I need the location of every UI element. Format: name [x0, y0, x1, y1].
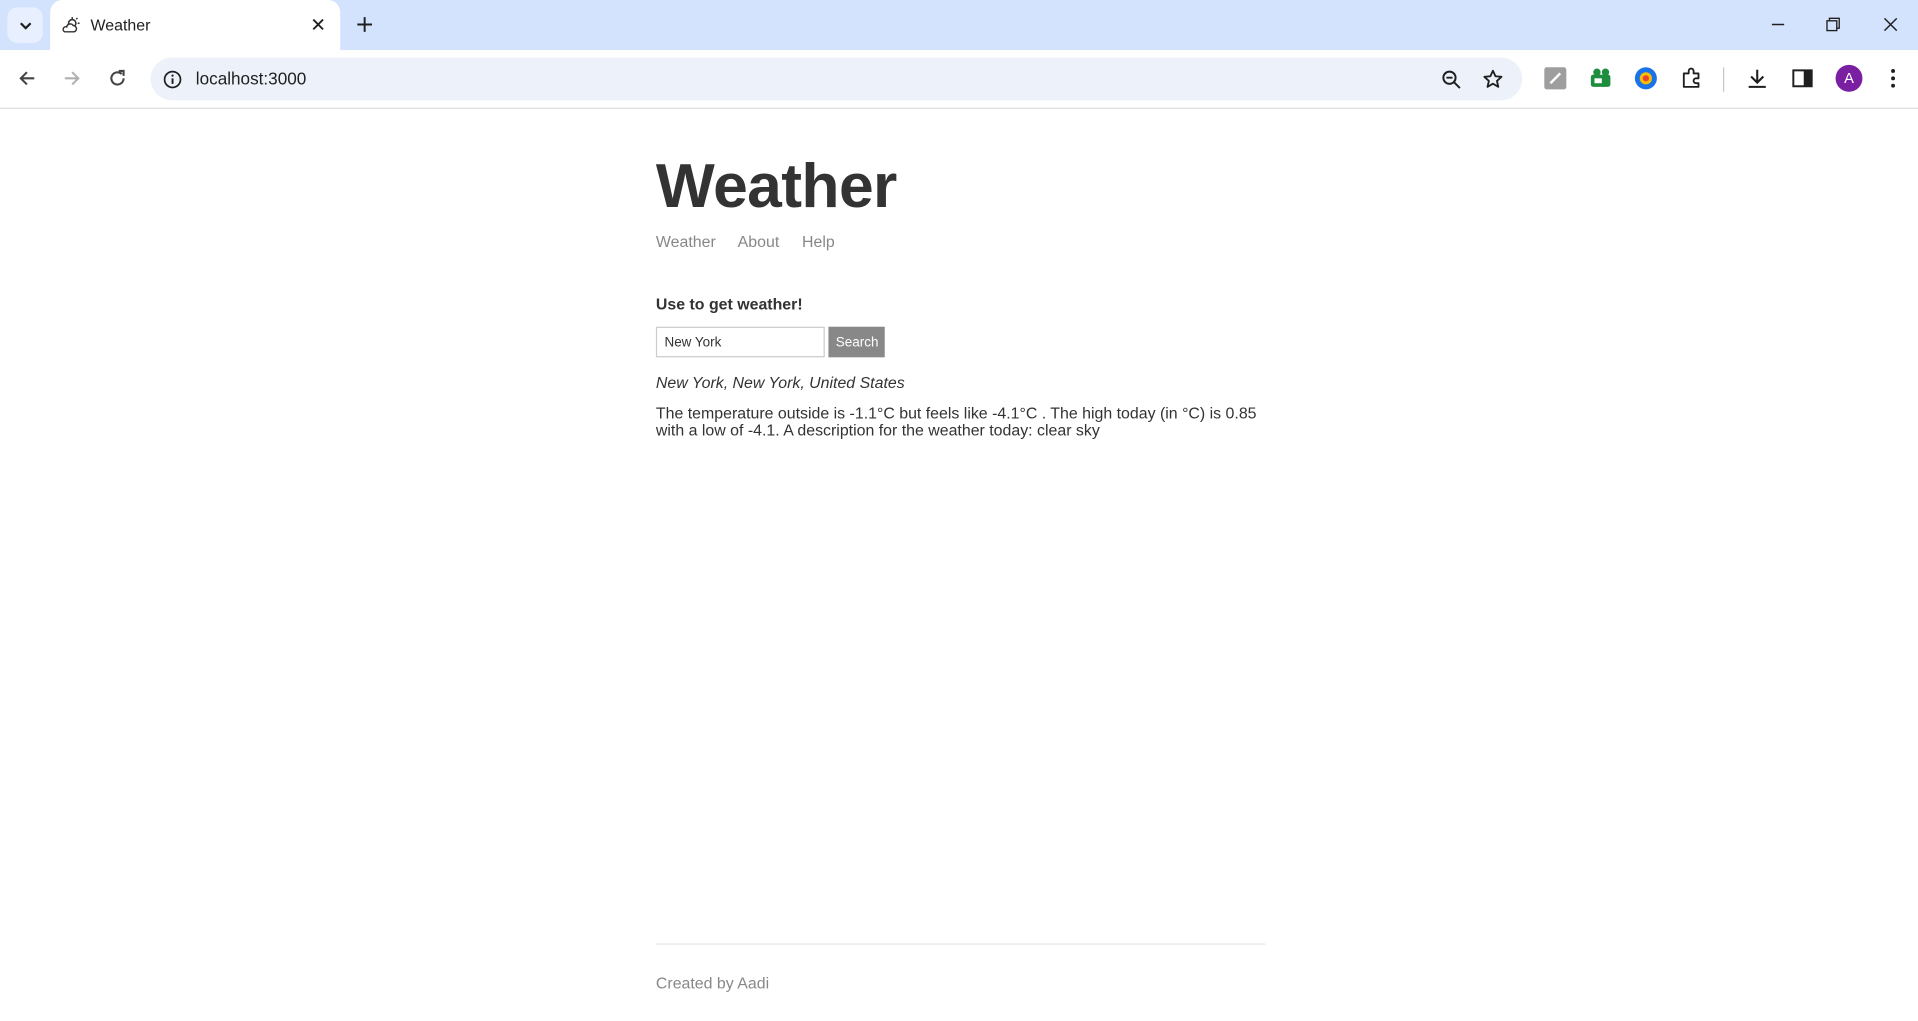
search-form: Search [655, 326, 885, 358]
forecast-result: The temperature outside is -1.1°C but fe… [655, 403, 1257, 440]
restore-icon [1826, 17, 1840, 32]
zoom-icon[interactable] [1439, 67, 1463, 91]
address-bar[interactable]: localhost:3000 [150, 57, 1523, 101]
minimize-icon [1771, 23, 1785, 26]
reload-button[interactable] [103, 64, 132, 93]
side-panel-icon[interactable] [1789, 65, 1816, 92]
tab-strip: Weather [0, 0, 1918, 51]
close-window-button[interactable] [1878, 12, 1902, 36]
location-result: New York, New York, United States [655, 373, 905, 392]
new-tab-button[interactable] [351, 11, 378, 38]
download-icon[interactable] [1744, 65, 1771, 92]
nav-link-help[interactable]: Help [802, 233, 835, 251]
site-nav: Weather About Help [656, 233, 853, 251]
forward-button[interactable] [58, 64, 87, 93]
nav-link-about[interactable]: About [738, 233, 780, 251]
close-icon [1883, 17, 1898, 32]
extensions-puzzle-icon[interactable] [1678, 65, 1705, 92]
reload-icon [110, 69, 125, 86]
browser-toolbar: localhost:3000 A [0, 50, 1918, 109]
bookmark-star-icon[interactable] [1481, 67, 1505, 91]
url-text: localhost:3000 [195, 68, 307, 89]
tab-search-button[interactable] [7, 7, 43, 43]
back-button[interactable] [12, 64, 41, 93]
restore-button[interactable] [1821, 12, 1845, 36]
tab-title: Weather [90, 15, 151, 35]
arrow-right-icon [64, 71, 80, 86]
chevron-down-icon [19, 21, 31, 30]
extension-pen-icon[interactable] [1542, 65, 1569, 92]
site-info-icon[interactable] [162, 69, 184, 91]
nav-link-weather[interactable]: Weather [656, 233, 716, 251]
page-title: Weather [655, 150, 897, 221]
arrow-left-icon [19, 71, 35, 86]
footer-credit: Created by Aadi [655, 974, 770, 993]
location-search-input[interactable] [655, 326, 825, 358]
tab-weather[interactable]: Weather [50, 0, 341, 51]
extension-screencast-icon[interactable] [1587, 65, 1614, 92]
page-content: Weather Weather About Help Use to get we… [655, 109, 1266, 1021]
extension-circle-icon[interactable] [1632, 65, 1659, 92]
close-icon[interactable] [308, 15, 328, 35]
toolbar-divider [1722, 67, 1725, 92]
weather-favicon-icon [61, 15, 81, 35]
search-button[interactable]: Search [828, 326, 885, 358]
profile-avatar[interactable]: A [1835, 64, 1863, 92]
minimize-button[interactable] [1766, 12, 1790, 36]
footer-divider [655, 943, 1266, 945]
plus-icon [357, 17, 373, 32]
more-menu-icon[interactable] [1880, 65, 1907, 92]
search-prompt: Use to get weather! [655, 294, 803, 314]
browser-window: Weather localhost:3000 A Weather Weather… [0, 0, 1918, 1021]
